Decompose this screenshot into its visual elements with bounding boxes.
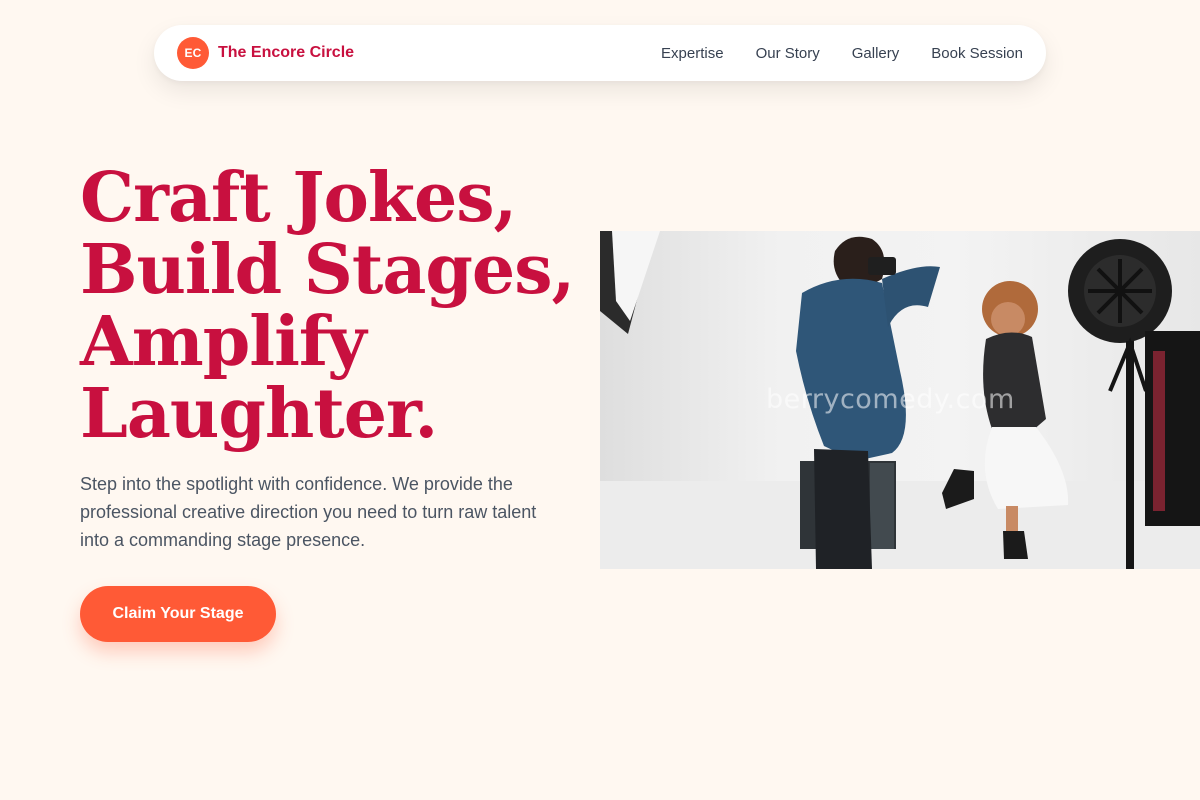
model-boot: [1003, 531, 1028, 559]
photographer-pants: [814, 449, 872, 569]
hero-title-line: Amplify: [80, 302, 367, 382]
light-stand: [1126, 341, 1134, 569]
photo-studio-scene: [600, 231, 1200, 569]
nav-link-our-story[interactable]: Our Story: [756, 45, 820, 62]
nav-link-book-session[interactable]: Book Session: [931, 45, 1023, 62]
nav-link-expertise[interactable]: Expertise: [661, 45, 724, 62]
camera: [868, 257, 896, 275]
hero-photo: [600, 231, 1200, 569]
hero-title-line: Laughter.: [80, 374, 438, 454]
top-navbar: EC The Encore Circle Expertise Our Story…: [154, 25, 1046, 81]
brand-name[interactable]: The Encore Circle: [218, 44, 354, 62]
model-face: [991, 302, 1025, 336]
nav-links: Expertise Our Story Gallery Book Session: [661, 45, 1023, 62]
claim-your-stage-button[interactable]: Claim Your Stage: [80, 586, 276, 642]
nav-link-gallery[interactable]: Gallery: [852, 45, 900, 62]
studio-floor: [600, 481, 1200, 569]
hero-title: Craft Jokes, Build Stages, Amplify Laugh…: [80, 162, 580, 450]
brand-logo[interactable]: EC: [177, 37, 209, 69]
model-jacket: [983, 332, 1046, 431]
hero-title-line: Build Stages,: [80, 230, 575, 310]
hero-title-line: Craft Jokes,: [80, 158, 517, 238]
hero-description: Step into the spotlight with confidence.…: [80, 474, 537, 550]
model-skirt: [984, 427, 1069, 509]
brand[interactable]: EC The Encore Circle: [177, 37, 354, 69]
